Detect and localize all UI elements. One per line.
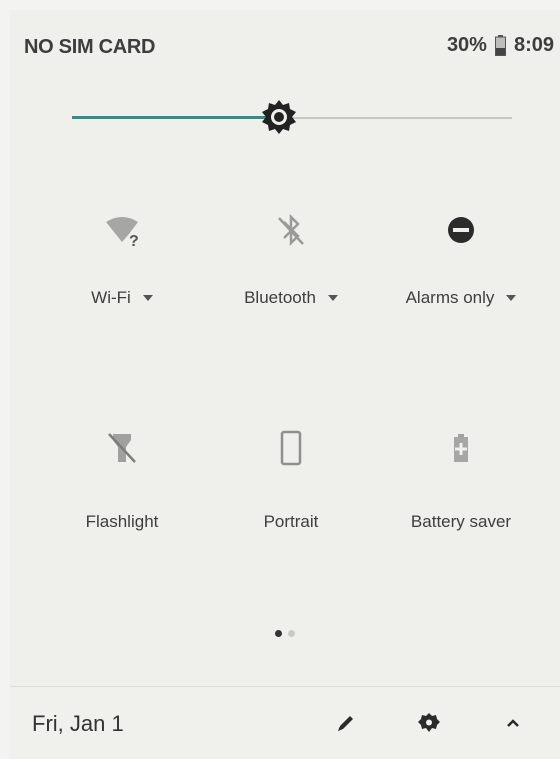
clock: 8:09 [513, 34, 554, 56]
tile-label: Battery saver [410, 512, 512, 531]
svg-text:?: ? [129, 233, 139, 250]
tile-label: Wi-Fi [91, 288, 131, 307]
brightness-track-empty [279, 117, 512, 119]
pencil-icon[interactable] [330, 707, 362, 739]
brightness-slider[interactable] [72, 99, 512, 135]
page-indicator [275, 630, 295, 637]
tile-label: Alarms only [405, 288, 495, 307]
battery-saver-icon [454, 434, 468, 462]
page-dot-active[interactable] [275, 630, 282, 637]
battery-percent: 30% [446, 34, 487, 56]
caret-down-icon[interactable] [142, 295, 153, 301]
brightness-thumb-icon[interactable] [261, 99, 297, 135]
gear-icon[interactable] [413, 707, 445, 739]
do-not-disturb-icon [448, 217, 474, 243]
tile-alarms-only[interactable]: Alarms only [376, 210, 546, 308]
carrier-label: NO SIM CARD [24, 36, 156, 58]
status-right: 30% 8:09 [447, 34, 554, 57]
tile-battery-saver[interactable]: Battery saver [376, 428, 546, 532]
bluetooth-off-icon [278, 213, 304, 247]
date-label[interactable]: Fri, Jan 1 [32, 711, 124, 737]
battery-icon [494, 35, 506, 56]
portrait-rotation-icon [280, 430, 302, 466]
tile-label: Bluetooth [244, 288, 316, 307]
caret-down-icon[interactable] [327, 295, 338, 301]
tile-label: Portrait [263, 512, 319, 531]
status-bar: NO SIM CARD 30% 8:09 [10, 10, 560, 80]
brightness-track-filled [72, 116, 279, 119]
tile-bluetooth[interactable]: Bluetooth [206, 210, 376, 308]
page-dot[interactable] [288, 630, 295, 637]
chevron-up-icon[interactable] [497, 707, 529, 739]
tile-flashlight[interactable]: Flashlight [37, 428, 207, 532]
flashlight-off-icon [108, 433, 136, 463]
tile-label: Flashlight [85, 512, 159, 531]
tile-portrait[interactable]: Portrait [206, 428, 376, 532]
wifi-unknown-icon: ? [106, 217, 139, 250]
tile-wifi[interactable]: ? Wi-Fi [37, 210, 207, 308]
caret-down-icon[interactable] [506, 295, 517, 301]
quick-settings-panel: NO SIM CARD 30% 8:09 ? Wi-Fi Bluetooth A… [10, 10, 560, 759]
footer-bar: Fri, Jan 1 [10, 686, 560, 759]
